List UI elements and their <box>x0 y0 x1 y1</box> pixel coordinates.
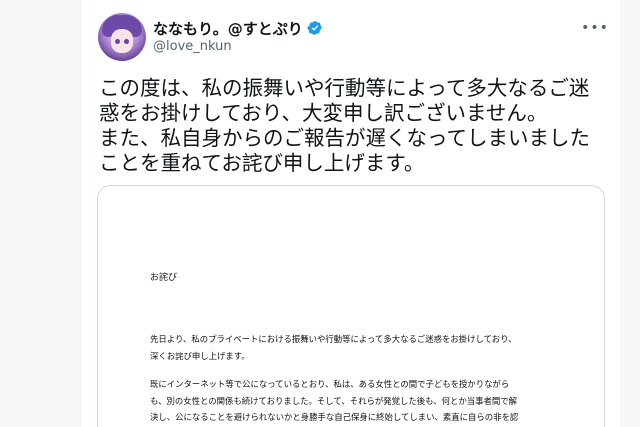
author-handle[interactable]: @love_nkun <box>153 39 232 54</box>
author-name-row[interactable]: ななもり。@すとぷり <box>153 18 323 38</box>
image-attachment[interactable]: お詫び 先日より、私のプライベートにおける振舞いや行動等によって多大なるご迷惑を… <box>97 185 605 427</box>
avatar[interactable] <box>98 13 146 61</box>
apology-document: お詫び 先日より、私のプライベートにおける振舞いや行動等によって多大なるご迷惑を… <box>98 186 604 427</box>
verified-badge-icon <box>307 21 322 35</box>
more-options-icon[interactable]: ••• <box>581 18 608 38</box>
display-name[interactable]: ななもり。@すとぷり <box>153 18 303 39</box>
document-title: お詫び <box>150 273 178 283</box>
document-paragraph: 先日より、私のプライベートにおける振舞いや行動等によって多大なるご迷惑をお掛けし… <box>150 334 517 361</box>
avatar-eye-left <box>115 39 120 44</box>
avatar-eye-right <box>124 39 129 44</box>
tweet-text: この度は、私の振舞いや行動等によって多大なるご迷惑をお掛けしており、大変申し訳ご… <box>99 76 590 175</box>
left-gutter <box>0 0 80 427</box>
tweet-card[interactable]: ななもり。@すとぷり @love_nkun ••• この度は、私の振舞いや行動等… <box>80 0 622 427</box>
document-paragraph: 既にインターネット等で公になっているとおり、私は、ある女性との間で子どもを授かり… <box>150 379 519 422</box>
